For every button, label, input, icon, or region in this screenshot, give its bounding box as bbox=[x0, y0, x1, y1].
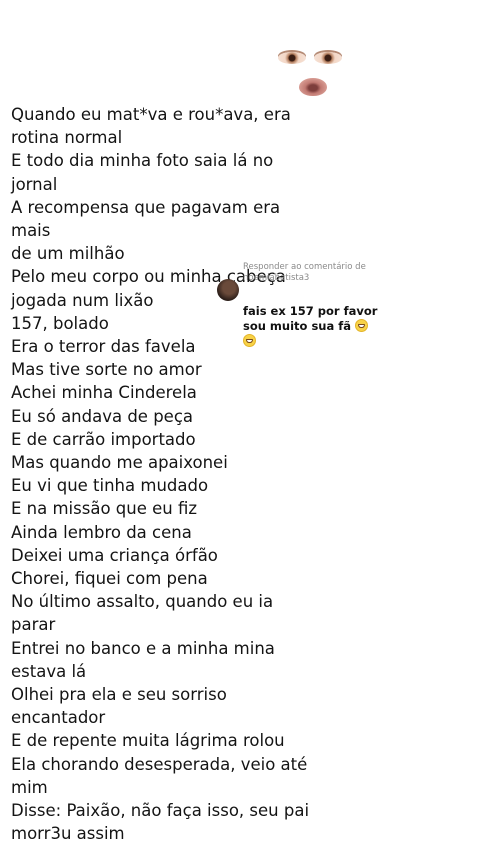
lyric-line: estava lá bbox=[11, 661, 87, 681]
lyric-line: Olhei pra ela e seu sorriso encantador bbox=[11, 685, 227, 728]
lyric-line: Mas tive sorte no amor bbox=[11, 360, 202, 380]
lips-icon bbox=[299, 78, 327, 96]
lyric-line: Eu só andava de peça bbox=[11, 406, 194, 426]
lyric-line: E todo dia minha foto saia lá no jornal bbox=[11, 151, 274, 194]
lyric-line: Deixei uma criança órfão bbox=[11, 545, 218, 565]
lyric-line: E de repente muita lágrima rolou bbox=[11, 731, 285, 751]
lyric-line: Eu vi que tinha mudado bbox=[11, 476, 209, 496]
reply-header-label: Responder ao comentário de bbox=[243, 262, 366, 272]
reply-username: noemiabatista3 bbox=[243, 273, 310, 283]
left-eye-icon bbox=[278, 52, 306, 64]
comment-line-text: sou muito sua fã bbox=[243, 319, 352, 333]
lyric-line: mim bbox=[11, 777, 48, 797]
avatar bbox=[217, 279, 239, 301]
lyric-line: morr3u assim bbox=[11, 824, 125, 844]
comment-line: fais ex 157 por favor bbox=[243, 304, 378, 318]
grinning-face-icon bbox=[243, 334, 256, 347]
right-eye-icon bbox=[314, 52, 342, 64]
lyric-line: Ela chorando desesperada, veio até bbox=[11, 754, 308, 774]
lyric-line: Achei minha Cinderela bbox=[11, 383, 197, 403]
face-overlay bbox=[272, 44, 352, 104]
reply-header: Responder ao comentário de noemiabatista… bbox=[243, 262, 383, 284]
comment-line bbox=[243, 334, 383, 349]
lyric-line: E na missão que eu fiz bbox=[11, 499, 198, 519]
reply-comment-text: fais ex 157 por favor sou muito sua fã bbox=[243, 304, 383, 349]
lyric-line: Mas quando me apaixonei bbox=[11, 453, 228, 473]
lyric-line: Entrei no banco e a minha mina bbox=[11, 638, 275, 658]
lyric-line: A recompensa que pagavam era mais bbox=[11, 197, 281, 241]
lyric-line: Quando eu mat*va e rou*ava, era bbox=[11, 105, 291, 124]
lyric-line: E de carrão importado bbox=[11, 429, 196, 449]
lyric-line: Ainda lembro da cena bbox=[11, 522, 192, 542]
lyric-line: Disse: Paixão, não faça isso, seu pai bbox=[11, 801, 310, 821]
lyric-line: Chorei, fiquei com pena bbox=[11, 569, 208, 589]
lyrics-text: Quando eu mat*va e rou*ava, era rotina n… bbox=[11, 103, 311, 846]
grinning-face-icon bbox=[355, 319, 369, 332]
comment-line: sou muito sua fã bbox=[243, 319, 383, 334]
lyric-line: No último assalto, quando eu ia parar bbox=[11, 592, 274, 635]
lyric-line: rotina normal bbox=[11, 128, 123, 148]
